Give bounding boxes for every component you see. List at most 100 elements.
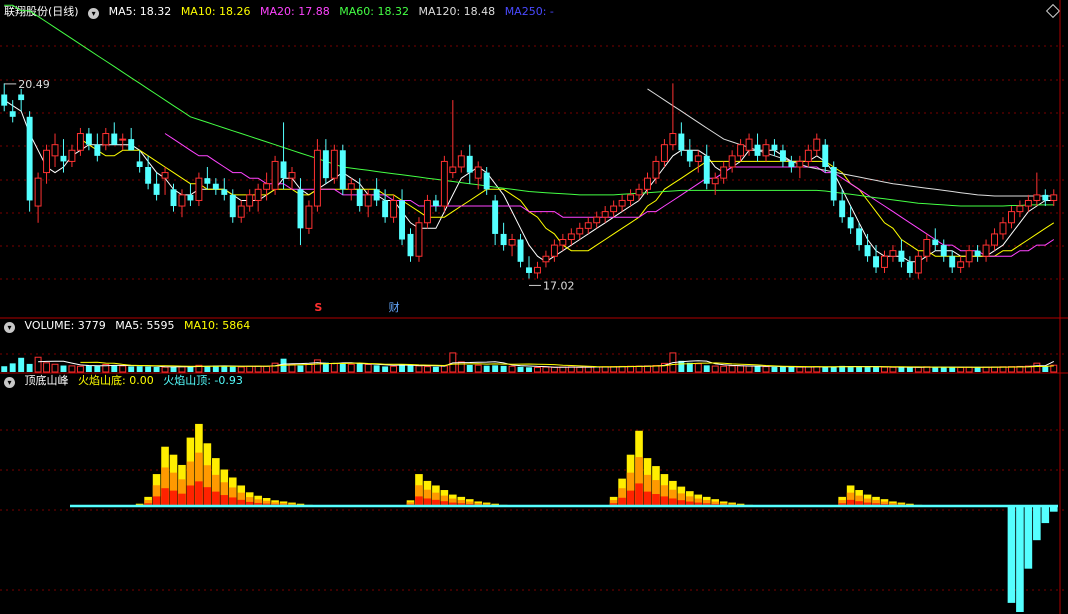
volume-bar [43, 362, 51, 373]
candle-body [161, 172, 169, 179]
volume-bar [339, 363, 346, 372]
volume-bar [1033, 362, 1041, 373]
flame-top-bar [1007, 505, 1016, 603]
candle-body [567, 233, 575, 241]
volume-bar [906, 367, 913, 372]
volume-bar [128, 366, 135, 372]
volume-bar [965, 366, 973, 373]
volume-bar [330, 363, 338, 373]
volume-bar [856, 366, 863, 372]
candle-body [559, 239, 567, 246]
candle-body [627, 194, 635, 201]
candle-body [1042, 194, 1049, 201]
volume-bar [440, 365, 448, 373]
candle-body [136, 161, 143, 167]
volume-bar [635, 365, 643, 373]
flame-top-bar [1024, 505, 1033, 569]
candle-body [982, 244, 990, 257]
volume-bar [957, 367, 965, 373]
candle-body [288, 172, 296, 179]
candle-body [593, 216, 601, 224]
candle-body [754, 144, 761, 156]
candle-body [1016, 205, 1024, 213]
volume-bar [229, 366, 236, 372]
volume-bar [534, 367, 541, 373]
volume-bar [246, 365, 254, 373]
volume-bar [390, 365, 398, 373]
candle-body [711, 177, 719, 185]
volume-bar [18, 357, 25, 372]
volume-bar [898, 367, 905, 372]
volume-bar [550, 366, 558, 373]
candle-body [330, 149, 338, 179]
candle-body [957, 261, 965, 268]
candle-body [678, 133, 685, 151]
candle-body [26, 116, 33, 201]
candle-body [449, 166, 457, 174]
flame-bottom-bar-core [635, 483, 643, 506]
volume-bar [694, 363, 702, 373]
candle-body [830, 167, 837, 201]
candle-body [254, 188, 262, 201]
volume-bar [237, 366, 245, 373]
candle-body [423, 199, 431, 224]
flame-bottom-bar-core [152, 496, 161, 506]
candle-body [356, 189, 363, 207]
event-marker-s: S [314, 301, 322, 314]
candle-body [923, 239, 931, 257]
volume-bar [161, 366, 169, 373]
volume-bar [356, 363, 363, 372]
volume-bar [526, 367, 532, 372]
candle-body [974, 250, 981, 257]
candle-body [500, 233, 507, 246]
candle-body [399, 200, 406, 240]
candle-body [618, 199, 626, 207]
candle-body [229, 194, 236, 218]
volume-bar [178, 366, 186, 373]
volume-bar [111, 365, 118, 372]
volume-bar [517, 366, 524, 372]
candle-body [1024, 199, 1032, 207]
candle-body [43, 149, 51, 174]
volume-bar [153, 366, 160, 372]
volume-bar [720, 365, 728, 373]
candle-body [584, 222, 592, 229]
candle-body [297, 189, 304, 229]
candle-body [18, 94, 25, 101]
candle-body [195, 177, 203, 201]
candle-body [914, 255, 922, 274]
candle-body [313, 149, 321, 207]
candle-body [51, 144, 59, 157]
event-marker-finance: 财 [389, 300, 400, 314]
candle-body [382, 200, 389, 218]
candle-body [847, 217, 854, 229]
flame-bottom-bar-core [626, 490, 635, 506]
volume-bar [263, 365, 271, 373]
candle-body [542, 255, 550, 263]
volume-bar [796, 366, 804, 373]
volume-bar [364, 363, 372, 373]
candle-body [508, 239, 516, 246]
candle-body [694, 155, 702, 162]
volume-bar [889, 366, 897, 373]
volume-bar [982, 366, 990, 373]
candle-body [263, 183, 271, 190]
flame-top-bar [1016, 505, 1024, 612]
candle-body [373, 189, 380, 201]
volume-bar [601, 366, 609, 373]
volume-bar [60, 365, 67, 372]
volume-bar [788, 366, 795, 372]
volume-bar [347, 363, 355, 373]
candle-body [534, 266, 541, 274]
flame-bottom-bar-core [228, 497, 237, 506]
candle-body [991, 233, 998, 246]
candle-body [788, 161, 795, 167]
candle-body [119, 138, 127, 141]
candle-body [999, 222, 1007, 235]
candle-body [940, 245, 947, 257]
chart-stage: 联翔股份(日线) ▾ MA5: 18.32 MA10: 18.26 MA20: … [0, 0, 1068, 614]
volume-bar [576, 366, 584, 373]
candle-body [153, 183, 160, 195]
candle-body [703, 155, 710, 184]
flame-top-bar [1033, 505, 1041, 541]
